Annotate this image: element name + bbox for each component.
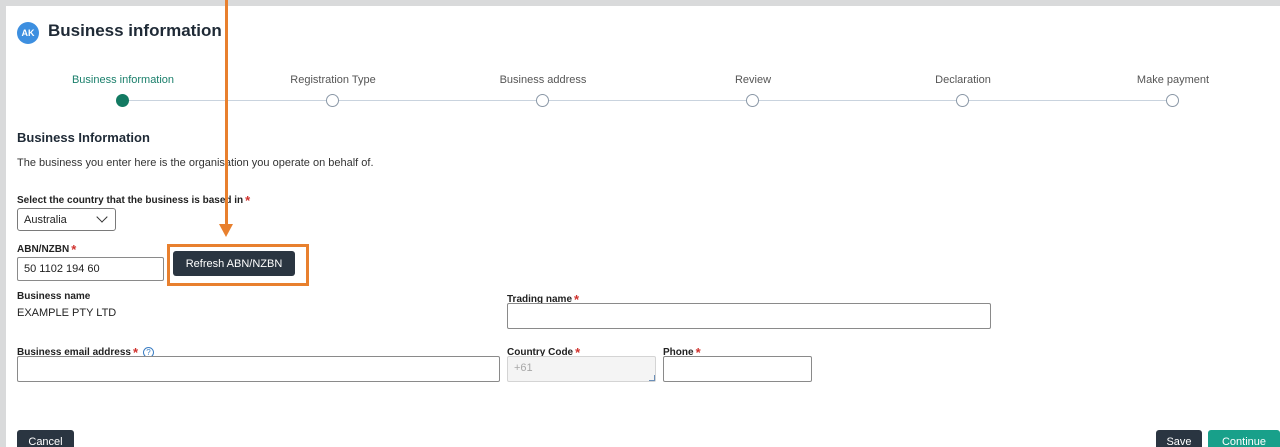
country-label-text: Select the country that the business is … [17, 195, 244, 206]
section-title: Business Information [17, 130, 150, 145]
business-email-input[interactable] [17, 356, 500, 382]
step-dot-business-information[interactable] [116, 94, 129, 107]
step-label-declaration[interactable]: Declaration [883, 74, 1043, 86]
step-dot-registration-type[interactable] [326, 94, 339, 107]
step-label-registration-type[interactable]: Registration Type [253, 74, 413, 86]
resize-grip-icon[interactable] [649, 375, 655, 381]
avatar[interactable]: AK [17, 22, 39, 44]
country-code-input[interactable]: +61 [507, 356, 656, 382]
step-dot-business-address[interactable] [536, 94, 549, 107]
step-label-business-information[interactable]: Business information [43, 74, 203, 86]
business-name-value: EXAMPLE PTY LTD [17, 307, 117, 319]
step-dot-declaration[interactable] [956, 94, 969, 107]
cancel-button[interactable]: Cancel [17, 430, 74, 447]
trading-name-input[interactable] [507, 303, 991, 329]
business-name-label: Business name [17, 291, 91, 302]
abn-input[interactable]: 50 1102 194 60 [17, 257, 164, 281]
step-label-make-payment[interactable]: Make payment [1093, 74, 1253, 86]
step-dot-make-payment[interactable] [1166, 94, 1179, 107]
step-label-business-address[interactable]: Business address [463, 74, 623, 86]
continue-button[interactable]: Continue [1208, 430, 1280, 447]
abn-label: ABN/NZBN * [17, 240, 77, 257]
arrow-down-icon [219, 224, 233, 237]
refresh-abn-button[interactable]: Refresh ABN/NZBN [173, 251, 295, 276]
abn-label-text: ABN/NZBN [17, 244, 70, 255]
step-dot-review[interactable] [746, 94, 759, 107]
page-title: Business information [48, 21, 222, 40]
annotation-arrow-line [225, 0, 228, 226]
phone-input[interactable] [663, 356, 812, 382]
save-button[interactable]: Save [1156, 430, 1202, 447]
step-label-review[interactable]: Review [673, 74, 833, 86]
stepper-track [123, 100, 1175, 101]
country-label: Select the country that the business is … [17, 191, 251, 208]
required-marker: * [245, 193, 251, 208]
required-marker: * [71, 242, 77, 257]
form-panel: AK Business information Business informa… [0, 0, 1280, 447]
section-description: The business you enter here is the organ… [17, 157, 374, 169]
